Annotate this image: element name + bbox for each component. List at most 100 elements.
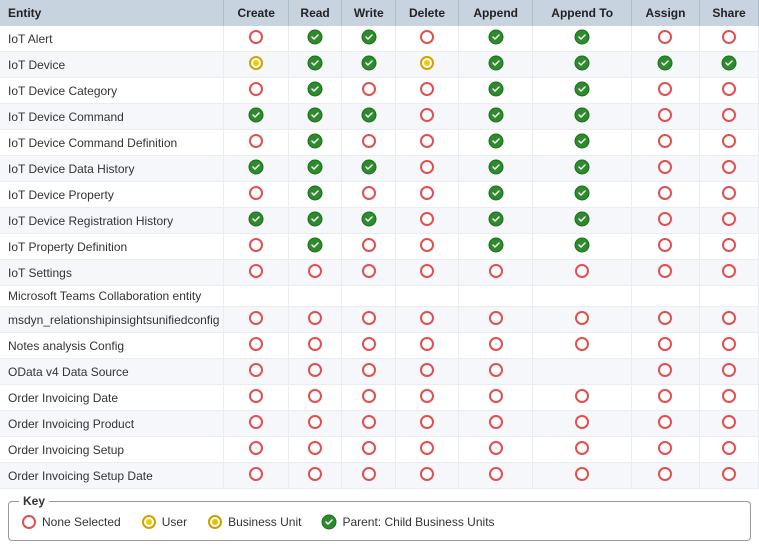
share-cell[interactable] bbox=[700, 333, 759, 359]
create-cell[interactable] bbox=[224, 359, 288, 385]
appendTo-cell[interactable] bbox=[533, 182, 631, 208]
create-cell[interactable] bbox=[224, 130, 288, 156]
append-cell[interactable] bbox=[458, 333, 533, 359]
delete-cell[interactable] bbox=[396, 260, 459, 286]
write-cell[interactable] bbox=[342, 208, 396, 234]
delete-cell[interactable] bbox=[396, 463, 459, 489]
share-cell[interactable] bbox=[700, 385, 759, 411]
share-cell[interactable] bbox=[700, 78, 759, 104]
read-cell[interactable] bbox=[288, 359, 341, 385]
append-cell[interactable] bbox=[458, 208, 533, 234]
write-cell[interactable] bbox=[342, 260, 396, 286]
share-cell[interactable] bbox=[700, 182, 759, 208]
append-cell[interactable] bbox=[458, 385, 533, 411]
delete-cell[interactable] bbox=[396, 411, 459, 437]
write-cell[interactable] bbox=[342, 156, 396, 182]
write-cell[interactable] bbox=[342, 52, 396, 78]
delete-cell[interactable] bbox=[396, 333, 459, 359]
append-cell[interactable] bbox=[458, 26, 533, 52]
delete-cell[interactable] bbox=[396, 182, 459, 208]
appendTo-cell[interactable] bbox=[533, 26, 631, 52]
read-cell[interactable] bbox=[288, 234, 341, 260]
append-cell[interactable] bbox=[458, 234, 533, 260]
assign-cell[interactable] bbox=[631, 333, 699, 359]
create-cell[interactable] bbox=[224, 411, 288, 437]
share-cell[interactable] bbox=[700, 260, 759, 286]
write-cell[interactable] bbox=[342, 437, 396, 463]
create-cell[interactable] bbox=[224, 208, 288, 234]
delete-cell[interactable] bbox=[396, 208, 459, 234]
write-cell[interactable] bbox=[342, 182, 396, 208]
append-cell[interactable] bbox=[458, 104, 533, 130]
assign-cell[interactable] bbox=[631, 286, 699, 307]
delete-cell[interactable] bbox=[396, 234, 459, 260]
assign-cell[interactable] bbox=[631, 234, 699, 260]
appendTo-cell[interactable] bbox=[533, 234, 631, 260]
appendTo-cell[interactable] bbox=[533, 208, 631, 234]
write-cell[interactable] bbox=[342, 104, 396, 130]
delete-cell[interactable] bbox=[396, 26, 459, 52]
delete-cell[interactable] bbox=[396, 156, 459, 182]
create-cell[interactable] bbox=[224, 385, 288, 411]
create-cell[interactable] bbox=[224, 52, 288, 78]
create-cell[interactable] bbox=[224, 260, 288, 286]
write-cell[interactable] bbox=[342, 385, 396, 411]
read-cell[interactable] bbox=[288, 437, 341, 463]
write-cell[interactable] bbox=[342, 359, 396, 385]
write-cell[interactable] bbox=[342, 286, 396, 307]
write-cell[interactable] bbox=[342, 333, 396, 359]
delete-cell[interactable] bbox=[396, 78, 459, 104]
assign-cell[interactable] bbox=[631, 208, 699, 234]
create-cell[interactable] bbox=[224, 78, 288, 104]
append-cell[interactable] bbox=[458, 437, 533, 463]
read-cell[interactable] bbox=[288, 130, 341, 156]
assign-cell[interactable] bbox=[631, 437, 699, 463]
assign-cell[interactable] bbox=[631, 359, 699, 385]
append-cell[interactable] bbox=[458, 130, 533, 156]
create-cell[interactable] bbox=[224, 182, 288, 208]
read-cell[interactable] bbox=[288, 182, 341, 208]
read-cell[interactable] bbox=[288, 463, 341, 489]
assign-cell[interactable] bbox=[631, 463, 699, 489]
write-cell[interactable] bbox=[342, 78, 396, 104]
appendTo-cell[interactable] bbox=[533, 359, 631, 385]
append-cell[interactable] bbox=[458, 359, 533, 385]
append-cell[interactable] bbox=[458, 78, 533, 104]
create-cell[interactable] bbox=[224, 104, 288, 130]
read-cell[interactable] bbox=[288, 286, 341, 307]
read-cell[interactable] bbox=[288, 411, 341, 437]
share-cell[interactable] bbox=[700, 130, 759, 156]
write-cell[interactable] bbox=[342, 234, 396, 260]
share-cell[interactable] bbox=[700, 156, 759, 182]
append-cell[interactable] bbox=[458, 156, 533, 182]
share-cell[interactable] bbox=[700, 104, 759, 130]
appendTo-cell[interactable] bbox=[533, 130, 631, 156]
append-cell[interactable] bbox=[458, 463, 533, 489]
appendTo-cell[interactable] bbox=[533, 52, 631, 78]
share-cell[interactable] bbox=[700, 286, 759, 307]
assign-cell[interactable] bbox=[631, 411, 699, 437]
appendTo-cell[interactable] bbox=[533, 463, 631, 489]
create-cell[interactable] bbox=[224, 463, 288, 489]
delete-cell[interactable] bbox=[396, 52, 459, 78]
share-cell[interactable] bbox=[700, 359, 759, 385]
read-cell[interactable] bbox=[288, 307, 341, 333]
create-cell[interactable] bbox=[224, 234, 288, 260]
appendTo-cell[interactable] bbox=[533, 437, 631, 463]
appendTo-cell[interactable] bbox=[533, 78, 631, 104]
appendTo-cell[interactable] bbox=[533, 260, 631, 286]
create-cell[interactable] bbox=[224, 286, 288, 307]
delete-cell[interactable] bbox=[396, 130, 459, 156]
share-cell[interactable] bbox=[700, 437, 759, 463]
assign-cell[interactable] bbox=[631, 260, 699, 286]
appendTo-cell[interactable] bbox=[533, 286, 631, 307]
read-cell[interactable] bbox=[288, 260, 341, 286]
read-cell[interactable] bbox=[288, 26, 341, 52]
append-cell[interactable] bbox=[458, 52, 533, 78]
assign-cell[interactable] bbox=[631, 130, 699, 156]
delete-cell[interactable] bbox=[396, 286, 459, 307]
create-cell[interactable] bbox=[224, 333, 288, 359]
append-cell[interactable] bbox=[458, 286, 533, 307]
create-cell[interactable] bbox=[224, 26, 288, 52]
read-cell[interactable] bbox=[288, 104, 341, 130]
